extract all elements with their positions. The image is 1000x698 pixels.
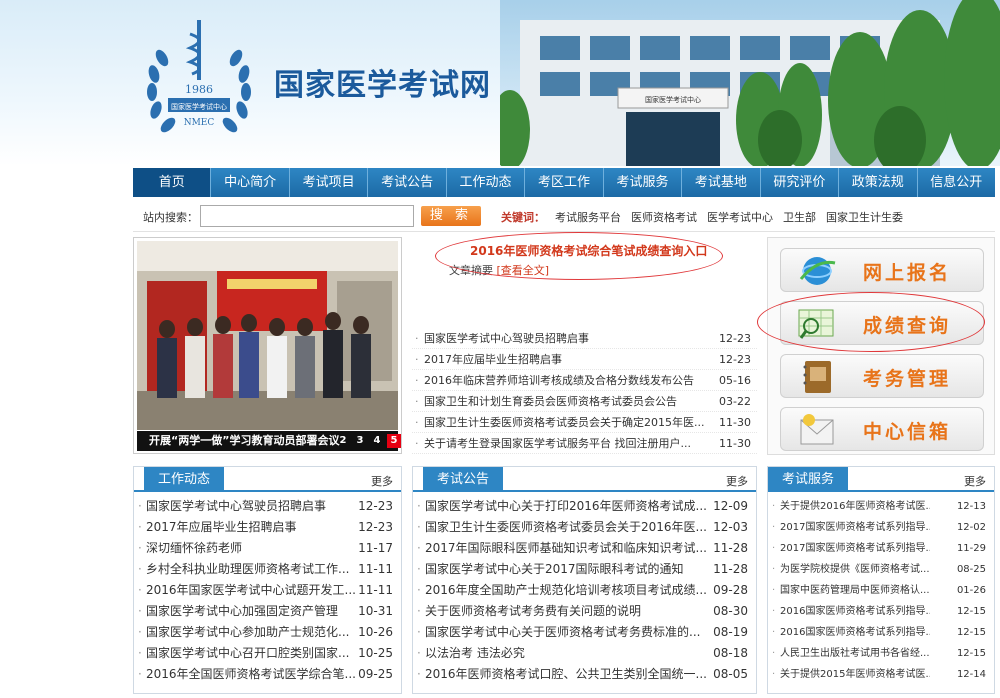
exam-management-button[interactable]: 考务管理	[780, 354, 984, 398]
nav-exam-service[interactable]: 考试服务	[604, 168, 683, 197]
site-title[interactable]: 国家医学考试网	[274, 60, 491, 104]
list-item[interactable]: 关于提供2016年医师资格考试医...12-13	[768, 496, 994, 517]
work-news-panel: 工作动态 更多 国家医学考试中心驾驶员招聘启事12-23 2017年应届毕业生招…	[133, 466, 402, 694]
keywords: 关键词： 考试服务平台 医师资格考试 医学考试中心 卫生部 国家卫生计生委	[501, 209, 903, 225]
building-sign: 国家医学考试中心	[645, 95, 701, 104]
notebook-icon	[803, 361, 831, 393]
more-link[interactable]: 更多	[964, 473, 986, 489]
logo-year: 1986	[185, 83, 213, 96]
list-item[interactable]: 关于请考生登录国家医学考试服务平台 找回注册用户...11-30	[412, 433, 757, 454]
slide-page-3[interactable]: 3	[353, 434, 367, 448]
list-item[interactable]: 2016年度全国助产士规范化培训考核项目考试成绩...09-28	[413, 580, 756, 601]
list-item[interactable]: 国家卫生和计划生育委员会医师资格考试委员会公告03-22	[412, 391, 757, 412]
annotation-ellipse-headline	[435, 232, 723, 280]
globe-icon	[799, 257, 836, 285]
list-item[interactable]: 国家医学考试中心关于医师资格考试考务费标准的...08-19	[413, 622, 756, 643]
exam-service-panel: 考试服务 更多 关于提供2016年医师资格考试医...12-13 2017国家医…	[767, 466, 995, 694]
annotation-ellipse-score	[757, 292, 985, 352]
list-item[interactable]: 国家医学考试中心加强固定资产管理10-31	[134, 601, 401, 622]
more-link[interactable]: 更多	[726, 473, 748, 489]
list-item[interactable]: 国家医学考试中心参加助产士规范化...10-26	[134, 622, 401, 643]
slide-caption: 开展“两学一做”学习教育动员部署会议 2 3 4 5	[137, 431, 401, 451]
nav-exam-items[interactable]: 考试项目	[290, 168, 369, 197]
keywords-label: 关键词：	[501, 211, 545, 224]
center-mailbox-button[interactable]: 中心信箱	[780, 407, 984, 451]
slide-page-2[interactable]: 2	[336, 434, 350, 448]
nav-home[interactable]: 首页	[133, 168, 212, 197]
nav-exam-announcements[interactable]: 考试公告	[368, 168, 447, 197]
news-list: 国家医学考试中心驾驶员招聘启事12-23 2017年应届毕业生招聘启事12-23…	[412, 328, 757, 454]
list-item[interactable]: 国家医学考试中心驾驶员招聘启事12-23	[412, 328, 757, 349]
keyword-link[interactable]: 国家卫生计生委	[826, 209, 903, 225]
panel-header: 工作动态 更多	[134, 467, 401, 492]
panel-title[interactable]: 工作动态	[144, 467, 225, 492]
nav-district-work[interactable]: 考区工作	[525, 168, 604, 197]
list-item[interactable]: 关于提供2015年医师资格考试医...12-14	[768, 664, 994, 685]
list-item[interactable]: 国家卫生计生委医师资格考试委员会关于确定2015年医...11-30	[412, 412, 757, 433]
search-button[interactable]: 搜 索	[421, 206, 481, 226]
slide-page-4[interactable]: 4	[370, 434, 384, 448]
keyword-link[interactable]: 医学考试中心	[707, 209, 773, 225]
main-nav: 首页 中心简介 考试项目 考试公告 工作动态 考区工作 考试服务 考试基地 研究…	[133, 168, 995, 197]
quick-label: 网上报名	[863, 262, 952, 284]
quick-label: 中心信箱	[863, 421, 952, 443]
list-item[interactable]: 2017国家医师资格考试系列指导...11-29	[768, 538, 994, 559]
exam-announcements-panel: 考试公告 更多 国家医学考试中心关于打印2016年医师资格考试成...12-09…	[412, 466, 757, 694]
list-item[interactable]: 国家医学考试中心召开口腔类别国家...10-25	[134, 643, 401, 664]
list-item[interactable]: 国家卫生计生委医师资格考试委员会关于2016年医...12-03	[413, 517, 756, 538]
list-item[interactable]: 乡村全科执业助理医师资格考试工作...11-11	[134, 559, 401, 580]
building-photo: 国家医学考试中心	[500, 0, 1000, 166]
list-item[interactable]: 国家中医药管理局中医师资格认...01-26	[768, 580, 994, 601]
list-item[interactable]: 关于医师资格考试考务费有关问题的说明08-30	[413, 601, 756, 622]
list-item[interactable]: 2016年临床营养师培训考核成绩及合格分数线发布公告05-16	[412, 370, 757, 391]
panel-header: 考试公告 更多	[413, 467, 756, 492]
more-link[interactable]: 更多	[371, 473, 393, 489]
slide-caption-text[interactable]: 开展“两学一做”学习教育动员部署会议	[149, 434, 339, 447]
search-bar: 站内搜索： 搜 索 关键词： 考试服务平台 医师资格考试 医学考试中心 卫生部 …	[133, 200, 995, 232]
search-input[interactable]	[200, 205, 414, 227]
list-item[interactable]: 以法治考 违法必究08-18	[413, 643, 756, 664]
list-item[interactable]: 人民卫生出版社考试用书各省经...12-15	[768, 643, 994, 664]
slide-page-5[interactable]: 5	[387, 434, 401, 448]
nav-work-news[interactable]: 工作动态	[447, 168, 526, 197]
list-item[interactable]: 2016国家医师资格考试系列指导...12-15	[768, 601, 994, 622]
photo-slideshow: 开展“两学一做”学习教育动员部署会议 2 3 4 5	[133, 237, 402, 454]
keyword-link[interactable]: 医师资格考试	[631, 209, 697, 225]
nav-research[interactable]: 研究评价	[761, 168, 840, 197]
panel-title[interactable]: 考试服务	[768, 467, 849, 492]
nav-info-public[interactable]: 信息公开	[918, 168, 995, 197]
nav-about[interactable]: 中心简介	[211, 168, 290, 197]
search-label: 站内搜索：	[143, 211, 198, 224]
panel-title[interactable]: 考试公告	[423, 467, 504, 492]
list-item[interactable]: 深切缅怀徐药老师11-17	[134, 538, 401, 559]
list-item[interactable]: 2016年全国医师资格考试医学综合笔...09-25	[134, 664, 401, 685]
online-registration-button[interactable]: 网上报名	[780, 248, 984, 292]
keyword-link[interactable]: 考试服务平台	[555, 209, 621, 225]
logo-abbr: NMEC	[184, 118, 215, 128]
quick-label: 考务管理	[863, 368, 952, 390]
site-header: 1986 国家医学考试中心 NMEC 国家医学考试网 国家医学考试中心	[0, 0, 1000, 166]
nmec-logo[interactable]: 1986 国家医学考试中心 NMEC	[140, 18, 258, 148]
logo-org: 国家医学考试中心	[171, 102, 227, 111]
list-item[interactable]: 2017年应届毕业生招聘启事12-23	[134, 517, 401, 538]
list-item[interactable]: 2017年国际眼科医师基础知识考试和临床知识考试...11-28	[413, 538, 756, 559]
list-item[interactable]: 2016年医师资格考试口腔、公共卫生类别全国统一...08-05	[413, 664, 756, 685]
slide-photo[interactable]	[137, 241, 398, 430]
list-item[interactable]: 2017国家医师资格考试系列指导...12-02	[768, 517, 994, 538]
list-item[interactable]: 国家医学考试中心关于打印2016年医师资格考试成...12-09	[413, 496, 756, 517]
list-item[interactable]: 国家医学考试中心驾驶员招聘启事12-23	[134, 496, 401, 517]
list-item[interactable]: 2016国家医师资格考试系列指导...12-15	[768, 622, 994, 643]
list-item[interactable]: 2016年国家医学考试中心试题开发工...11-11	[134, 580, 401, 601]
nav-policy[interactable]: 政策法规	[839, 168, 918, 197]
nav-exam-base[interactable]: 考试基地	[682, 168, 761, 197]
list-item[interactable]: 为医学院校提供《医师资格考试...08-25	[768, 559, 994, 580]
panel-header: 考试服务 更多	[768, 467, 994, 492]
list-item[interactable]: 2017年应届毕业生招聘启事12-23	[412, 349, 757, 370]
list-item[interactable]: 国家医学考试中心关于2017国际眼科考试的通知11-28	[413, 559, 756, 580]
mail-icon	[800, 414, 834, 445]
keyword-link[interactable]: 卫生部	[783, 209, 816, 225]
